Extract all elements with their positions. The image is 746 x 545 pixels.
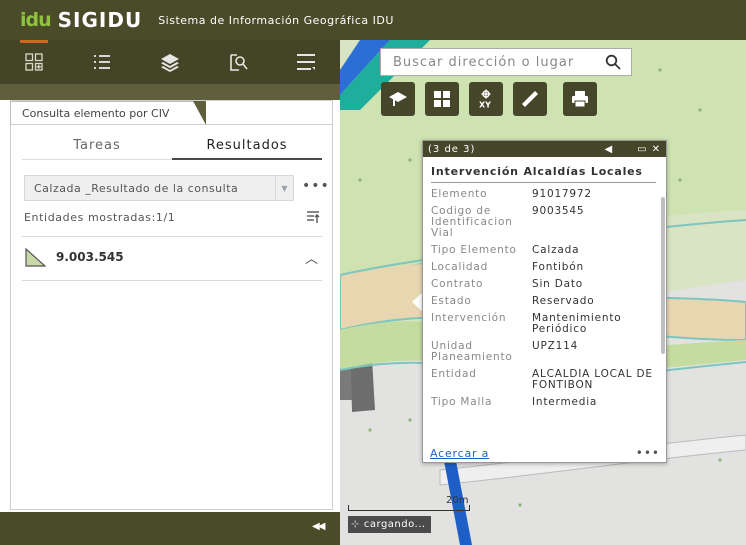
app-subtitle: Sistema de Información Geográfica IDU [158,13,394,27]
attribute-value: Reservado [532,295,595,307]
list-icon [94,55,110,69]
search-placeholder: Buscar dirección o lugar [393,54,575,70]
layers-button[interactable] [136,40,204,84]
list-button[interactable] [68,40,136,84]
app-header: idu SIGIDU Sistema de Información Geográ… [0,0,746,40]
crosshair-icon: ⊹ [351,519,360,530]
attribute-value: Sin Dato [532,278,584,290]
popup-header: (3 de 3) ◀ ▭ ✕ [423,141,666,157]
popup-attributes: Elemento 91017972 Codigo de Identificaci… [431,189,656,429]
attribute-value: 9003545 [532,205,585,217]
results-divider [22,236,322,237]
collapse-panel-icon[interactable]: ◀◀ [312,521,325,532]
attribute-value: UPZ114 [532,340,579,352]
panel-tab-corner [193,101,206,125]
close-icon[interactable]: ✕ [652,144,661,155]
feature-popup: (3 de 3) ◀ ▭ ✕ Intervención Alcaldías Lo… [422,140,667,463]
attribute-row: Tipo Elemento Calzada [431,245,656,256]
maximize-icon[interactable]: ▭ [637,144,647,155]
attribute-row: Contrato Sin Dato [431,279,656,290]
attribute-row: Estado Reservado [431,296,656,307]
hat-icon [389,92,407,106]
attribute-key: Tipo Elemento [431,244,517,256]
result-item[interactable]: 9.003.545 ︿ [24,243,322,271]
popup-counter: (3 de 3) [428,143,476,155]
tab-resultados[interactable]: Resultados [172,134,322,160]
chevron-down-icon[interactable]: ▼ [275,176,293,200]
popup-more-icon[interactable]: ••• [636,446,660,460]
panel-subtabs: Tareas Resultados [22,134,322,160]
hat-tool-button[interactable] [381,82,415,116]
zoom-to-link[interactable]: Acercar a [430,447,636,460]
popup-footer: Acercar a ••• [430,446,660,460]
print-button[interactable] [563,82,597,116]
attribute-key: Intervención [431,312,507,324]
result-item-label: 9.003.545 [56,250,124,264]
query-panel [10,100,333,510]
attribute-row: Elemento 91017972 [431,189,656,200]
result-layer-select[interactable]: Calzada _Resultado de la consulta ▼ [24,175,294,201]
attribute-value: Calzada [532,244,580,256]
xy-coordinates-button[interactable]: XY [469,82,503,116]
widget-toolbar [0,40,340,84]
basemap-button[interactable] [425,82,459,116]
menu-button[interactable] [272,40,340,84]
attribute-value: Fontibón [532,261,584,273]
results-divider [22,280,322,281]
panel-tab-strip [0,84,340,100]
attribute-key: Estado [431,295,472,307]
attribute-key: Elemento [431,189,488,200]
app-name: SIGIDU [57,8,143,32]
attribute-key: Codigo de Identificacion Vial [431,205,513,239]
widgets-grid-icon [25,53,43,71]
scale-bar [348,505,470,511]
tab-tareas[interactable]: Tareas [22,134,172,160]
attribute-row: Localidad Fontibón [431,262,656,273]
print-icon [572,91,588,108]
search-icon[interactable] [605,54,621,70]
entities-count: Entidades mostradas:1/1 [24,211,176,224]
basemap-grid-icon [434,91,450,107]
address-search-input[interactable]: Buscar dirección o lugar [380,48,632,76]
panel-tab-divider [10,124,333,125]
attribute-row: Entidad ALCALDIA LOCAL DE FONTIBON [431,369,656,391]
attribute-key: Tipo Malla [431,396,493,408]
chevron-up-icon[interactable]: ︿ [305,248,318,267]
attribute-key: Contrato [431,278,484,290]
query-search-icon [230,54,248,71]
attribute-key: Localidad [431,261,489,273]
query-search-button[interactable] [204,40,272,84]
widgets-grid-button[interactable] [0,40,68,84]
idu-logo: idu [20,9,52,31]
attribute-value: ALCALDIA LOCAL DE FONTIBON [532,368,653,391]
popup-title: Intervención Alcaldías Locales [431,165,656,183]
svg-text:XY: XY [479,101,491,110]
attribute-row: Tipo Malla Intermedia [431,397,656,408]
popup-scrollbar[interactable] [661,197,665,354]
loading-status: ⊹ cargando... [348,516,431,533]
attribute-row: Unidad Planeamiento UPZ114 [431,341,656,363]
loading-status-text: cargando... [363,519,426,530]
attribute-key: Entidad [431,368,477,380]
attribute-row: Intervención Mantenimiento Periódico [431,313,656,335]
measure-button[interactable] [513,82,547,116]
previous-feature-icon[interactable]: ◀ [604,144,613,155]
menu-icon [297,54,315,70]
polygon-feature-icon [25,247,46,267]
more-options-icon[interactable]: ••• [302,178,330,194]
attribute-value: 91017972 [532,189,592,200]
sort-icon[interactable] [306,210,320,224]
attribute-value: Mantenimiento Periódico [532,312,622,335]
attribute-key: Unidad Planeamiento [431,340,513,363]
attribute-row: Codigo de Identificacion Vial 9003545 [431,206,656,239]
panel-tab-title[interactable]: Consulta elemento por CIV [10,101,206,125]
result-layer-select-value: Calzada _Resultado de la consulta [34,181,239,195]
layers-icon [161,54,179,72]
xy-coordinates-icon: XY [479,89,491,110]
measure-ruler-icon [522,91,538,107]
panel-footer [0,512,340,545]
attribute-value: Intermedia [532,396,598,408]
